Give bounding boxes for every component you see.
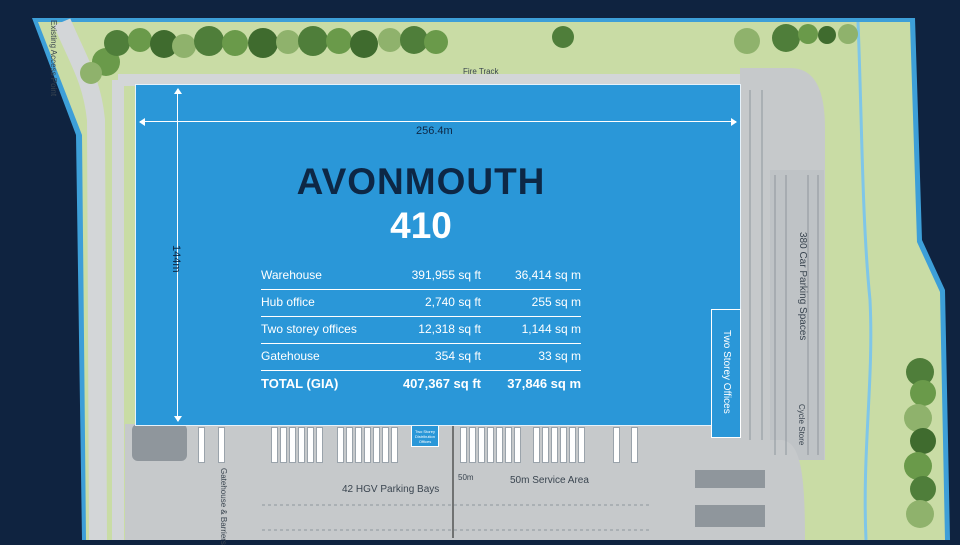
total-sqft: 407,367 sq ft	[402, 376, 481, 391]
tree	[906, 500, 934, 528]
hgv-bay	[460, 427, 467, 463]
hgv-bay	[271, 427, 278, 463]
tree	[424, 30, 448, 54]
hgv-bay	[487, 427, 494, 463]
hgv-bay	[569, 427, 576, 463]
tree	[172, 34, 196, 58]
tree	[772, 24, 800, 52]
tree	[276, 30, 300, 54]
tree	[298, 26, 328, 56]
site-title: AVONMOUTH	[296, 161, 546, 202]
hgv-bay	[355, 427, 362, 463]
hgv-bay	[198, 427, 205, 463]
hgv-bay	[613, 427, 620, 463]
hgv-bay	[298, 427, 305, 463]
tree	[350, 30, 378, 58]
area-name: Hub office	[261, 295, 315, 309]
hgv-bay	[478, 427, 485, 463]
distribution-offices: Two Storey Distribution Offices	[411, 425, 439, 447]
hgv-bay	[337, 427, 344, 463]
hgv-bay	[560, 427, 567, 463]
tree	[222, 30, 248, 56]
depth-dimension-label: 144m	[170, 245, 182, 273]
tree	[838, 24, 858, 44]
hgv-bay	[514, 427, 521, 463]
tree	[248, 28, 278, 58]
tree	[818, 26, 836, 44]
area-schedule: Warehouse 391,955 sq ft 36,414 sq m Hub …	[261, 263, 581, 397]
hgv-bay	[364, 427, 371, 463]
tree	[910, 380, 936, 406]
hgv-bay	[373, 427, 380, 463]
tree	[194, 26, 224, 56]
area-row: Gatehouse 354 sq ft 33 sq m	[261, 344, 581, 371]
area-name: Warehouse	[261, 268, 322, 282]
hgv-bay	[382, 427, 389, 463]
hgv-bay	[496, 427, 503, 463]
service-area-label: 50m Service Area	[510, 475, 589, 486]
gatehouse-label: Gatehouse & Barriers	[219, 468, 228, 545]
unit-number: 410	[390, 205, 452, 246]
tree	[910, 476, 936, 502]
site-plan: Fire Track Existing Access Point 380 Car…	[0, 0, 960, 545]
total-name: TOTAL (GIA)	[261, 376, 339, 391]
area-sqm: 255 sq m	[531, 295, 581, 309]
hgv-bay	[307, 427, 314, 463]
tree	[552, 26, 574, 48]
hgv-bay	[578, 427, 585, 463]
hgv-bay	[505, 427, 512, 463]
hgv-bay	[533, 427, 540, 463]
cycle-store-label: Cycle Store	[797, 404, 806, 446]
tree	[128, 28, 152, 52]
access-point-label: Existing Access Point	[49, 20, 58, 97]
tree	[910, 428, 936, 454]
hgv-bay	[218, 427, 225, 463]
total-sqm: 37,846 sq m	[507, 376, 581, 391]
two-storey-offices-label: Two Storey Offices	[721, 330, 732, 414]
area-name: Two storey offices	[261, 322, 357, 336]
area-row: Hub office 2,740 sq ft 255 sq m	[261, 290, 581, 317]
hgv-bay	[391, 427, 398, 463]
hgv-bay	[346, 427, 353, 463]
hgv-bays-label: 42 HGV Parking Bays	[342, 484, 440, 495]
hgv-bay	[316, 427, 323, 463]
hgv-bay	[551, 427, 558, 463]
width-dimension-line	[139, 118, 737, 126]
tree	[734, 28, 760, 54]
area-sqft: 391,955 sq ft	[411, 268, 481, 282]
hgv-bay	[289, 427, 296, 463]
yard-dimension-label: 50m	[458, 473, 474, 482]
area-sqft: 12,318 sq ft	[418, 322, 481, 336]
hgv-bay	[631, 427, 638, 463]
tree	[798, 24, 818, 44]
width-dimension-label: 256.4m	[416, 125, 453, 137]
tree	[378, 28, 402, 52]
fire-track-label: Fire Track	[463, 67, 499, 76]
area-total-row: TOTAL (GIA) 407,367 sq ft 37,846 sq m	[261, 371, 581, 397]
warehouse-building: 256.4m 144m AVONMOUTH 410 Warehouse 391,…	[135, 84, 741, 426]
area-sqft: 2,740 sq ft	[424, 295, 481, 309]
hgv-bay	[542, 427, 549, 463]
two-storey-offices: Two Storey Offices	[711, 309, 741, 438]
tree	[104, 30, 130, 56]
area-row: Warehouse 391,955 sq ft 36,414 sq m	[261, 263, 581, 290]
area-row: Two storey offices 12,318 sq ft 1,144 sq…	[261, 317, 581, 344]
area-sqft: 354 sq ft	[434, 349, 481, 363]
area-sqm: 36,414 sq m	[514, 268, 581, 282]
hgv-bay	[280, 427, 287, 463]
tree	[326, 28, 352, 54]
tree	[80, 62, 102, 84]
car-parking-label: 380 Car Parking Spaces	[797, 232, 808, 341]
area-name: Gatehouse	[261, 349, 320, 363]
hgv-bay	[469, 427, 476, 463]
area-sqm: 1,144 sq m	[521, 322, 581, 336]
area-sqm: 33 sq m	[538, 349, 581, 363]
